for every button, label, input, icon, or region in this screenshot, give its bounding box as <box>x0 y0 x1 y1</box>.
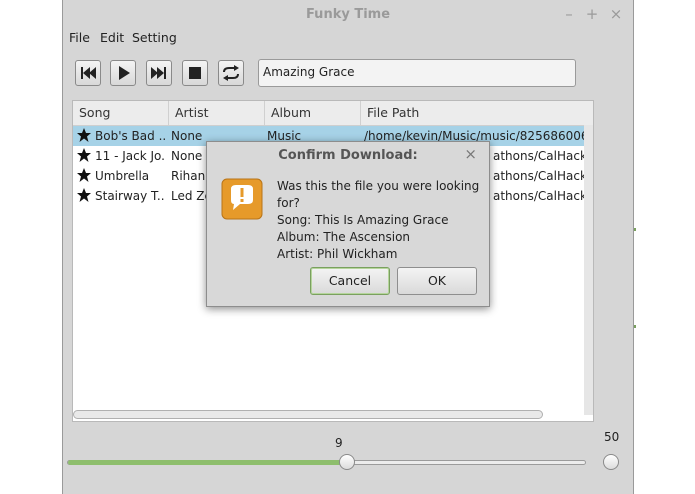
warning-icon <box>221 178 263 220</box>
cell-artist: Rihann <box>171 169 211 183</box>
title-bar[interactable]: Funky Time – + × <box>63 0 633 28</box>
dialog-message: Was this the file you were looking for? … <box>277 178 489 263</box>
cell-path: athons/CalHacks20 <box>493 189 593 203</box>
repeat-icon <box>223 65 239 81</box>
star-icon[interactable] <box>77 128 91 142</box>
dialog-close-icon[interactable]: × <box>464 145 477 163</box>
cancel-button[interactable]: Cancel <box>310 267 390 295</box>
cell-song: Bob's Bad ... <box>95 129 165 143</box>
dialog-song: Song: This Is Amazing Grace <box>277 213 449 227</box>
horizontal-scrollbar[interactable] <box>73 410 543 419</box>
stop-icon <box>189 67 201 79</box>
volume-slider-handle[interactable] <box>603 454 619 470</box>
dialog-question: Was this the file you were looking for? <box>277 179 480 210</box>
dialog-artist: Artist: Phil Wickham <box>277 247 398 261</box>
desktop-mark <box>634 325 636 328</box>
dialog-album: Album: The Ascension <box>277 230 411 244</box>
cell-song: Umbrella <box>95 169 150 183</box>
close-icon[interactable]: × <box>607 5 625 23</box>
column-header-album[interactable]: Album <box>265 101 361 125</box>
table-header: Song Artist Album File Path <box>73 101 593 126</box>
next-button[interactable] <box>146 60 172 86</box>
maximize-icon[interactable]: + <box>583 5 601 23</box>
dialog-title: Confirm Download: <box>278 148 418 163</box>
progress-fill <box>68 460 347 465</box>
desktop-left <box>0 0 62 494</box>
column-header-song[interactable]: Song <box>73 101 169 125</box>
search-input[interactable]: Amazing Grace <box>258 59 576 87</box>
progress-value: 9 <box>335 436 343 450</box>
menu-file[interactable]: File <box>69 30 90 45</box>
menu-setting[interactable]: Setting <box>132 30 177 45</box>
minimize-icon[interactable]: – <box>560 5 578 23</box>
vertical-scroll-area <box>584 125 593 415</box>
ok-button[interactable]: OK <box>397 267 477 295</box>
confirm-download-dialog: Confirm Download: × Was this the file yo… <box>206 141 490 307</box>
previous-button[interactable] <box>75 60 101 86</box>
window-title: Funky Time <box>305 7 391 22</box>
menu-edit[interactable]: Edit <box>100 30 124 45</box>
menu-bar: File Edit Setting <box>63 28 633 48</box>
cell-path: athons/CalHacks20 <box>493 149 593 163</box>
volume-value: 50 <box>604 430 620 444</box>
skip-back-icon <box>81 67 96 79</box>
skip-forward-icon <box>151 67 166 79</box>
column-header-file-path[interactable]: File Path <box>361 101 593 125</box>
cell-song: Stairway T... <box>95 189 165 203</box>
star-icon[interactable] <box>77 188 91 202</box>
star-icon[interactable] <box>77 148 91 162</box>
play-icon <box>119 66 130 80</box>
cell-song: 11 - Jack Jo... <box>95 149 165 163</box>
cell-artist: Led Ze <box>171 189 211 203</box>
star-icon[interactable] <box>77 168 91 182</box>
progress-slider-handle[interactable] <box>339 454 355 470</box>
column-header-artist[interactable]: Artist <box>169 101 265 125</box>
shuffle-button[interactable] <box>218 60 244 86</box>
desktop-mark <box>634 228 636 231</box>
desktop-right <box>634 0 695 494</box>
cell-path: athons/CalHacks20 <box>493 169 593 183</box>
stop-button[interactable] <box>182 60 208 86</box>
play-button[interactable] <box>110 60 136 86</box>
